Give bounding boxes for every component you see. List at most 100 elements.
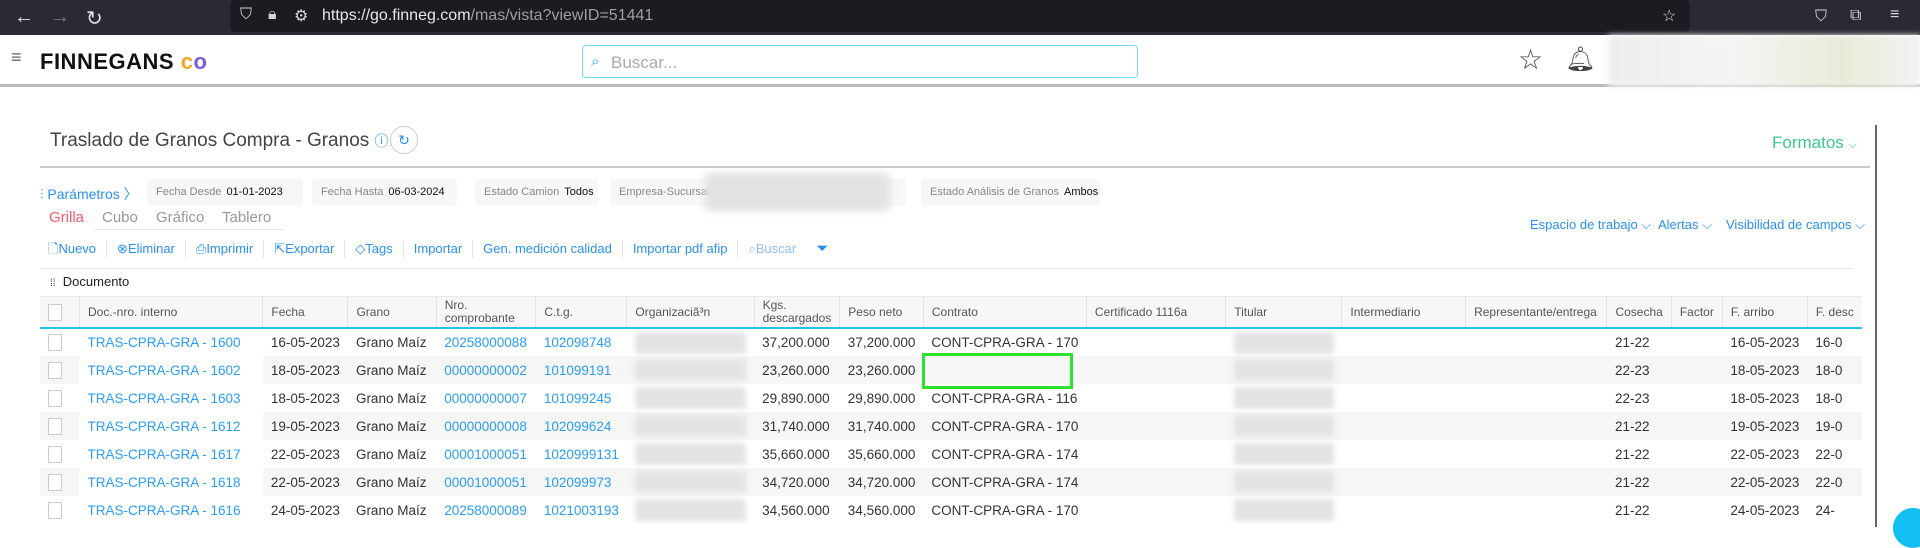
table-cell[interactable]: 102099973 xyxy=(535,468,627,496)
notifications-bell-icon[interactable]: 🔔︎ xyxy=(1565,45,1595,74)
select-all-checkbox[interactable] xyxy=(40,297,80,329)
column-header[interactable]: Nro. comprobante xyxy=(435,297,536,329)
imprimir-button[interactable]: ⎙Imprimir xyxy=(186,240,265,258)
refresh-button[interactable]: ↻ xyxy=(390,126,418,154)
group-by-documento[interactable]: ⁞⁞ Documento xyxy=(50,274,129,289)
table-cell[interactable]: 20258000088 xyxy=(436,328,536,356)
table-row[interactable]: TRAS-CPRA-GRA - 1618 22-05-2023 Grano Maíz… xyxy=(40,468,1862,496)
table-cell: CONT-CPRA-GRA - 170 xyxy=(931,502,1079,518)
table-cell[interactable]: TRAS-CPRA-GRA - 1617 xyxy=(79,440,262,468)
table-cell[interactable]: 00001000051 xyxy=(436,468,536,496)
alertas-dropdown[interactable]: Alertas ⌵ xyxy=(1658,217,1712,233)
exportar-button[interactable]: ⇱Exportar xyxy=(264,240,346,258)
column-header[interactable]: Certificado 1116a xyxy=(1085,297,1226,329)
user-profile-blurred[interactable] xyxy=(1608,35,1920,87)
extensions-icon[interactable]: ⧉ xyxy=(1850,7,1861,25)
table-cell[interactable]: TRAS-CPRA-GRA - 1602 xyxy=(79,356,263,384)
importar-button[interactable]: Importar xyxy=(404,240,474,258)
table-cell[interactable]: 00000000007 xyxy=(436,384,536,412)
column-header[interactable]: Titular xyxy=(1225,297,1342,329)
reload-icon[interactable]: ↻ xyxy=(86,6,103,31)
table-cell[interactable]: 00000000008 xyxy=(436,412,536,440)
row-checkbox[interactable] xyxy=(40,440,79,468)
column-header[interactable]: Representante/entrega xyxy=(1465,297,1607,329)
table-cell[interactable]: 20258000089 xyxy=(436,496,536,524)
param-fecha-hasta[interactable]: Fecha Hasta 06-03-2024 xyxy=(312,179,457,206)
info-icon[interactable]: ⓘ xyxy=(375,133,389,149)
eliminar-button[interactable]: ⊗Eliminar xyxy=(107,240,186,258)
column-header[interactable]: C.t.g. xyxy=(535,297,627,329)
scrollbar[interactable] xyxy=(1875,125,1877,527)
row-checkbox[interactable] xyxy=(40,356,80,384)
bookmark-star-icon[interactable]: ☆ xyxy=(1662,6,1676,26)
column-header[interactable]: F. desc xyxy=(1806,297,1862,329)
param-empresa-sucursal[interactable]: Empresa-Sucursal xyxy=(610,173,906,211)
row-checkbox[interactable] xyxy=(40,412,80,440)
row-checkbox[interactable] xyxy=(40,328,79,356)
param-estado-analisis[interactable]: Estado Análisis de Granos Ambos xyxy=(921,179,1100,206)
tab-tablero[interactable]: Tablero xyxy=(222,209,271,226)
column-header[interactable]: Fecha xyxy=(262,297,348,329)
column-header[interactable]: Intermediario xyxy=(1341,297,1466,329)
formatos-dropdown[interactable]: Formatos ⌵ xyxy=(1772,133,1857,153)
table-cell[interactable]: 00001000051 xyxy=(436,440,536,468)
table-cell: 35,660.000 xyxy=(762,446,830,462)
url-bar[interactable]: ⛉ 🔒︎ ⚙ https://go.finneg.com/mas/vista?v… xyxy=(230,0,1690,32)
column-header[interactable]: Peso neto xyxy=(839,297,924,329)
browser-menu-icon[interactable]: ≡ xyxy=(1890,6,1899,24)
parametros-toggle[interactable]: ⫶ Parámetros 〉 xyxy=(40,184,138,204)
back-icon[interactable]: ← xyxy=(14,6,34,29)
visibilidad-campos-dropdown[interactable]: Visibilidad de campos ⌵ xyxy=(1726,217,1865,233)
tab-cubo[interactable]: Cubo xyxy=(102,209,138,226)
table-cell[interactable]: 00000000002 xyxy=(436,356,536,384)
table-cell[interactable]: TRAS-CPRA-GRA - 1616 xyxy=(79,496,262,524)
row-checkbox[interactable] xyxy=(40,496,79,524)
nuevo-button[interactable]: 🗋︎Nuevo xyxy=(40,240,108,258)
table-cell[interactable]: TRAS-CPRA-GRA - 1618 xyxy=(79,468,263,496)
filter-icon[interactable]: ⏷ xyxy=(806,240,838,258)
column-header[interactable]: Factor xyxy=(1670,297,1723,329)
table-cell[interactable]: TRAS-CPRA-GRA - 1600 xyxy=(79,328,262,356)
row-checkbox[interactable] xyxy=(40,468,80,496)
buscar-button[interactable]: ⌕Buscar xyxy=(738,240,806,258)
column-header[interactable]: Cosecha xyxy=(1606,297,1672,329)
row-checkbox[interactable] xyxy=(40,384,79,412)
tab-grilla[interactable]: Grilla xyxy=(49,209,84,226)
table-cell[interactable]: 1021003193 xyxy=(536,496,627,524)
table-row[interactable]: TRAS-CPRA-GRA - 1612 19-05-2023 Grano Maíz… xyxy=(40,412,1862,440)
tags-button[interactable]: ◇Tags xyxy=(345,240,404,258)
table-cell[interactable]: 101099191 xyxy=(535,356,627,384)
param-fecha-desde[interactable]: Fecha Desde 01-01-2023 xyxy=(147,179,303,206)
table-row[interactable]: TRAS-CPRA-GRA - 1600 16-05-2023 Grano Maíz… xyxy=(40,328,1862,356)
pocket-icon[interactable]: ⛉ xyxy=(1815,8,1827,26)
column-header[interactable]: Kgs. descargados xyxy=(753,297,840,329)
column-header[interactable]: Doc.-nro. interno xyxy=(78,297,263,329)
column-header[interactable]: Grano xyxy=(347,297,437,329)
table-cell: 18-0 xyxy=(1807,356,1862,384)
table-cell[interactable]: 102098748 xyxy=(536,328,627,356)
column-header[interactable]: F. arribo xyxy=(1721,297,1808,329)
table-row[interactable]: TRAS-CPRA-GRA - 1616 24-05-2023 Grano Maíz… xyxy=(40,496,1862,524)
table-cell[interactable]: 101099245 xyxy=(536,384,627,412)
gen-medicion-calidad-button[interactable]: Gen. medición calidad xyxy=(473,240,623,258)
favorites-star-icon[interactable]: ☆ xyxy=(1518,43,1543,76)
tab-grafico[interactable]: Gráfico xyxy=(156,209,204,226)
forward-icon[interactable]: → xyxy=(50,6,70,29)
table-cell xyxy=(1341,356,1466,384)
importar-pdf-afip-button[interactable]: Importar pdf afip xyxy=(623,240,739,258)
table-cell[interactable]: 1020999131 xyxy=(536,440,627,468)
hamburger-menu-icon[interactable]: ≡ xyxy=(11,47,22,68)
table-cell xyxy=(1086,328,1225,356)
column-header[interactable]: Organizaciã³n xyxy=(626,297,755,329)
table-cell[interactable]: 102099624 xyxy=(535,412,627,440)
table-cell[interactable]: TRAS-CPRA-GRA - 1612 xyxy=(79,412,263,440)
permissions-icon[interactable]: ⚙ xyxy=(294,6,308,26)
column-header[interactable]: Contrato xyxy=(922,297,1087,329)
table-row[interactable]: TRAS-CPRA-GRA - 1617 22-05-2023 Grano Maíz… xyxy=(40,440,1862,468)
table-cell[interactable]: TRAS-CPRA-GRA - 1603 xyxy=(79,384,262,412)
param-estado-camion[interactable]: Estado Camion Todos xyxy=(475,179,598,206)
espacio-de-trabajo-dropdown[interactable]: Espacio de trabajo ⌵ xyxy=(1530,217,1651,233)
logo[interactable]: FINNEGANS co xyxy=(40,49,207,75)
search-input[interactable]: ⌕ Buscar... xyxy=(582,45,1138,78)
help-button[interactable] xyxy=(1893,508,1920,548)
